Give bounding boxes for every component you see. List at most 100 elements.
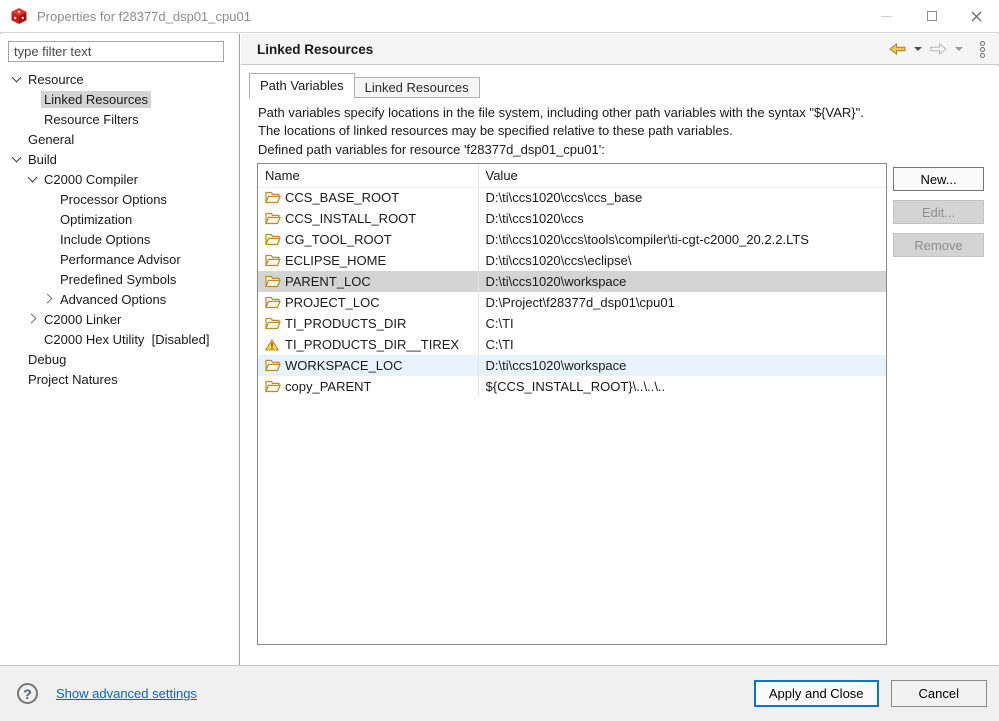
sidebar-item-label: Predefined Symbols	[57, 271, 179, 288]
sidebar-item-predefined-symbols[interactable]: Predefined Symbols	[0, 269, 239, 289]
tree-indent-spacer	[10, 352, 25, 366]
sidebar-item-label: General	[25, 131, 77, 148]
sidebar-item-label: Performance Advisor	[57, 251, 184, 268]
apply-and-close-button[interactable]: Apply and Close	[754, 680, 879, 707]
variable-value: D:\ti\ccs1020\workspace	[478, 271, 886, 292]
table-row-ti-products-dir-tirex[interactable]: TI_PRODUCTS_DIR__TIREX C:\TI	[258, 334, 886, 355]
section-title: Linked Resources	[257, 42, 373, 57]
tree-indent-spacer	[42, 272, 57, 286]
maximize-button[interactable]	[909, 0, 954, 32]
sidebar-item-c2000-compiler[interactable]: C2000 Compiler	[0, 169, 239, 189]
help-icon[interactable]: ?	[17, 683, 38, 704]
variable-value: D:\ti\ccs1020\ccs\tools\compiler\ti-cgt-…	[478, 229, 886, 250]
properties-tree: ResourceLinked ResourcesResource Filters…	[0, 69, 239, 389]
variable-value: C:\TI	[478, 334, 886, 355]
variable-value: D:\ti\ccs1020\ccs\eclipse\	[478, 250, 886, 271]
chevron-down-icon[interactable]	[10, 72, 25, 86]
sidebar-item-processor-options[interactable]: Processor Options	[0, 189, 239, 209]
column-header-name[interactable]: Name	[258, 164, 478, 187]
table-row-parent-loc[interactable]: PARENT_LOC D:\ti\ccs1020\workspace	[258, 271, 886, 292]
table-row-eclipse-home[interactable]: ECLIPSE_HOME D:\ti\ccs1020\ccs\eclipse\	[258, 250, 886, 271]
table-row-ccs-install-root[interactable]: CCS_INSTALL_ROOTD:\ti\ccs1020\ccs	[258, 208, 886, 229]
sidebar-item-label: C2000 Hex Utility [Disabled]	[41, 331, 212, 348]
sidebar-item-c2000-hex-utility-disabled[interactable]: C2000 Hex Utility [Disabled]	[0, 329, 239, 349]
table-row-ccs-base-root[interactable]: CCS_BASE_ROOTD:\ti\ccs1020\ccs\ccs_base	[258, 187, 886, 208]
table-row-ti-products-dir[interactable]: TI_PRODUCTS_DIRC:\TI	[258, 313, 886, 334]
variable-value: ${CCS_INSTALL_ROOT}\..\..\..	[478, 376, 886, 397]
section-header: Linked Resources	[241, 34, 999, 65]
chevron-right-icon[interactable]	[42, 292, 57, 306]
chevron-right-icon[interactable]	[26, 312, 41, 326]
sidebar-item-build[interactable]: Build	[0, 149, 239, 169]
tab-bar: Path VariablesLinked Resources	[249, 73, 480, 98]
sidebar-item-resource-filters[interactable]: Resource Filters	[0, 109, 239, 129]
variable-name: CCS_INSTALL_ROOT	[285, 211, 416, 226]
variable-value: D:\ti\ccs1020\workspace	[478, 355, 886, 376]
sidebar-item-label: Project Natures	[25, 371, 121, 388]
show-advanced-settings-link[interactable]: Show advanced settings	[56, 686, 197, 701]
sidebar-item-performance-advisor[interactable]: Performance Advisor	[0, 249, 239, 269]
table-row-workspace-loc[interactable]: WORKSPACE_LOCD:\ti\ccs1020\workspace	[258, 355, 886, 376]
column-header-value[interactable]: Value	[478, 164, 886, 187]
minimize-button[interactable]	[864, 0, 909, 32]
table-row-project-loc[interactable]: PROJECT_LOC D:\Project\f28377d_dsp01\cpu0…	[258, 292, 886, 313]
variable-name: ECLIPSE_HOME	[285, 253, 386, 268]
description-line1: Path variables specify locations in the …	[258, 104, 864, 122]
folder-icon	[265, 191, 281, 205]
filter-input[interactable]	[8, 41, 224, 62]
table-row-cg-tool-root[interactable]: CG_TOOL_ROOT D:\ti\ccs1020\ccs\tools\comp…	[258, 229, 886, 250]
dialog-footer: ? Show advanced settings Apply and Close…	[0, 665, 999, 721]
tree-indent-spacer	[42, 232, 57, 246]
remove-button: Remove	[893, 233, 984, 257]
back-history-dropdown-icon[interactable]	[914, 47, 922, 51]
close-button[interactable]	[954, 0, 999, 32]
sidebar-item-optimization[interactable]: Optimization	[0, 209, 239, 229]
sidebar-item-general[interactable]: General	[0, 129, 239, 149]
tree-indent-spacer	[10, 132, 25, 146]
sidebar-item-label: Build	[25, 151, 60, 168]
sidebar-item-label: Advanced Options	[57, 291, 169, 308]
back-arrow-icon[interactable]	[889, 43, 906, 55]
variable-name: PROJECT_LOC	[285, 295, 380, 310]
folder-icon	[265, 212, 281, 226]
forward-history-dropdown-icon[interactable]	[955, 47, 963, 51]
app-logo-icon	[10, 7, 28, 25]
tab-path-variables[interactable]: Path Variables	[249, 73, 355, 98]
sidebar-item-debug[interactable]: Debug	[0, 349, 239, 369]
sidebar-item-project-natures[interactable]: Project Natures	[0, 369, 239, 389]
tree-indent-spacer	[42, 212, 57, 226]
sidebar-item-label: Include Options	[57, 231, 153, 248]
warning-icon	[265, 338, 281, 352]
sidebar-item-resource[interactable]: Resource	[0, 69, 239, 89]
edit-button: Edit...	[893, 200, 984, 224]
view-menu-icon[interactable]	[976, 39, 989, 60]
variable-name: TI_PRODUCTS_DIR__TIREX	[285, 337, 459, 352]
variable-name: PARENT_LOC	[285, 274, 371, 289]
table-actions: New... Edit... Remove	[893, 167, 984, 257]
window-title: Properties for f28377d_dsp01_cpu01	[37, 9, 251, 24]
chevron-down-icon[interactable]	[26, 172, 41, 186]
variable-name: CG_TOOL_ROOT	[285, 232, 392, 247]
new-button[interactable]: New...	[893, 167, 984, 191]
cancel-button[interactable]: Cancel	[891, 680, 987, 707]
tree-indent-spacer	[26, 112, 41, 126]
sidebar-item-include-options[interactable]: Include Options	[0, 229, 239, 249]
tree-indent-spacer	[10, 372, 25, 386]
folder-icon	[265, 380, 281, 394]
variable-name: copy_PARENT	[285, 379, 371, 394]
sidebar-item-linked-resources[interactable]: Linked Resources	[0, 89, 239, 109]
sidebar-item-label: Debug	[25, 351, 69, 368]
description-line2: The locations of linked resources may be…	[258, 122, 864, 140]
table-row-copy-parent[interactable]: copy_PARENT ${CCS_INSTALL_ROOT}\..\..\..	[258, 376, 886, 397]
sidebar-item-c2000-linker[interactable]: C2000 Linker	[0, 309, 239, 329]
main-content: Path VariablesLinked Resources Path vari…	[241, 66, 999, 665]
sidebar-item-advanced-options[interactable]: Advanced Options	[0, 289, 239, 309]
tab-linked-resources[interactable]: Linked Resources	[355, 77, 480, 98]
variable-value: D:\Project\f28377d_dsp01\cpu01	[478, 292, 886, 313]
defined-variables-label: Defined path variables for resource 'f28…	[258, 142, 605, 157]
tree-indent-spacer	[26, 92, 41, 106]
chevron-down-icon[interactable]	[10, 152, 25, 166]
tree-indent-spacer	[42, 192, 57, 206]
sidebar-item-label: C2000 Compiler	[41, 171, 141, 188]
forward-arrow-icon[interactable]	[930, 43, 947, 55]
